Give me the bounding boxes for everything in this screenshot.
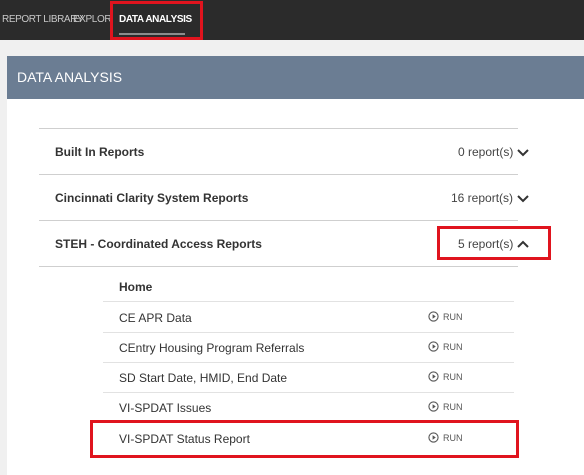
chevron-up-icon[interactable] bbox=[516, 239, 530, 249]
section-built-in-reports[interactable]: Built In Reports bbox=[55, 145, 144, 159]
play-icon bbox=[428, 311, 439, 322]
active-tab-underline bbox=[119, 33, 185, 35]
play-icon bbox=[428, 432, 439, 443]
report-vi-spdat-issues: VI-SPDAT Issues bbox=[119, 401, 212, 415]
play-icon bbox=[428, 401, 439, 412]
run-label: RUN bbox=[443, 311, 463, 322]
report-ce-apr-data: CE APR Data bbox=[119, 311, 192, 325]
divider bbox=[103, 301, 514, 302]
section-steh-coordinated-access[interactable]: STEH - Coordinated Access Reports bbox=[55, 237, 262, 251]
section-cincinnati-clarity[interactable]: Cincinnati Clarity System Reports bbox=[55, 191, 248, 205]
divider bbox=[39, 128, 518, 129]
divider bbox=[103, 332, 514, 333]
run-label: RUN bbox=[443, 432, 463, 443]
top-nav: Report Library Explori Data Analysis bbox=[0, 0, 584, 40]
divider bbox=[103, 422, 514, 423]
report-centry-housing: CEntry Housing Program Referrals bbox=[119, 341, 305, 355]
chevron-down-icon[interactable] bbox=[516, 194, 530, 204]
divider bbox=[39, 174, 518, 175]
section-count[interactable]: 16 report(s) bbox=[451, 191, 513, 205]
divider bbox=[39, 220, 518, 221]
divider bbox=[103, 362, 514, 363]
run-label: RUN bbox=[443, 401, 463, 412]
run-button[interactable]: RUN bbox=[428, 311, 463, 322]
chevron-down-icon[interactable] bbox=[516, 148, 530, 158]
report-sd-start-date: SD Start Date, HMID, End Date bbox=[119, 371, 288, 385]
tab-report-library[interactable]: Report Library bbox=[2, 0, 83, 40]
panel-header: Data Analysis bbox=[7, 56, 584, 99]
run-button[interactable]: RUN bbox=[428, 432, 463, 443]
play-icon bbox=[428, 341, 439, 352]
run-button[interactable]: RUN bbox=[428, 371, 463, 382]
report-vi-spdat-status: VI-SPDAT Status Report bbox=[119, 432, 250, 446]
sub-header-home: Home bbox=[119, 280, 153, 294]
divider bbox=[103, 392, 514, 393]
divider bbox=[39, 266, 518, 267]
section-count[interactable]: 5 report(s) bbox=[458, 237, 513, 251]
run-label: RUN bbox=[443, 371, 463, 382]
run-button[interactable]: RUN bbox=[428, 341, 463, 352]
run-label: RUN bbox=[443, 341, 463, 352]
tab-explore[interactable]: Explori bbox=[73, 0, 111, 40]
panel-title: Data Analysis bbox=[17, 69, 123, 85]
run-button[interactable]: RUN bbox=[428, 401, 463, 412]
section-count[interactable]: 0 report(s) bbox=[458, 145, 513, 159]
play-icon bbox=[428, 371, 439, 382]
